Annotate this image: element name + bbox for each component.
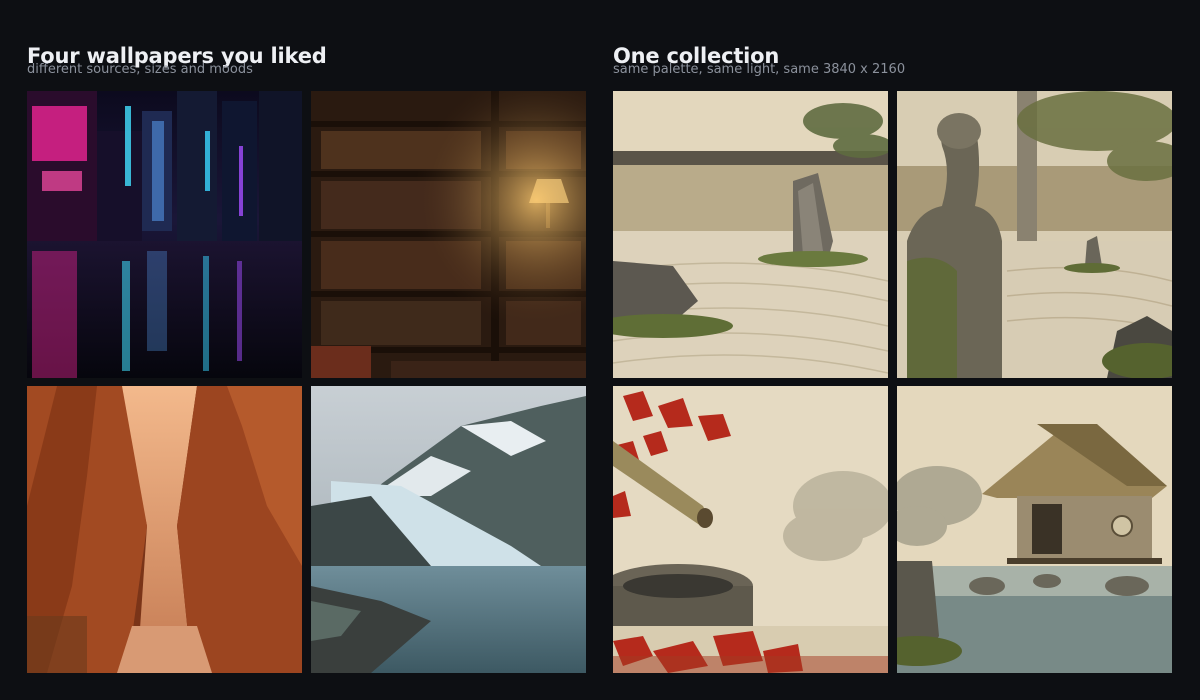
wallpaper-zen-garden[interactable] [613,91,888,378]
panel-subtitle: different sources, sizes and moods [27,62,253,77]
wallpaper-maple-basin[interactable] [613,386,888,673]
panel-subtitle: same palette, same light, same 3840 x 21… [613,62,906,77]
wallpaper-buddha-garden[interactable] [897,91,1172,378]
wallpaper-canyon[interactable] [27,386,302,673]
wallpaper-library[interactable] [311,91,586,378]
wallpaper-neon-city[interactable] [27,91,302,378]
wallpaper-tea-house[interactable] [897,386,1172,673]
wallpaper-glacier[interactable] [311,386,586,673]
